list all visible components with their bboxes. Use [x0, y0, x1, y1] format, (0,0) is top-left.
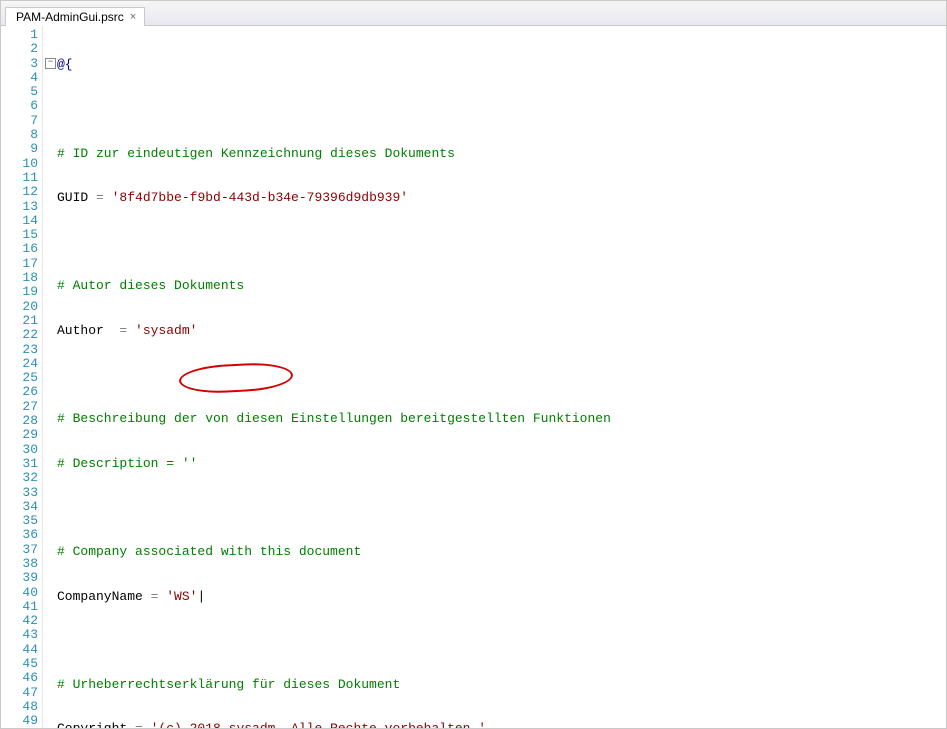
tab-title: PAM-AdminGui.psrc [16, 10, 124, 24]
code-editor[interactable]: 1 2 3 4 5 6 7 8 9 10 11 12 13 14 15 16 1… [1, 26, 946, 728]
code-area[interactable]: −@{ # ID zur eindeutigen Kennzeichnung d… [43, 26, 946, 728]
fold-icon[interactable]: − [45, 58, 56, 69]
text-cursor: | [197, 589, 205, 604]
line-number-gutter: 1 2 3 4 5 6 7 8 9 10 11 12 13 14 15 16 1… [1, 26, 43, 728]
tab-bar: PAM-AdminGui.psrc × [1, 1, 946, 26]
tab-close-icon[interactable]: × [130, 11, 136, 23]
tab-file[interactable]: PAM-AdminGui.psrc × [5, 7, 145, 26]
